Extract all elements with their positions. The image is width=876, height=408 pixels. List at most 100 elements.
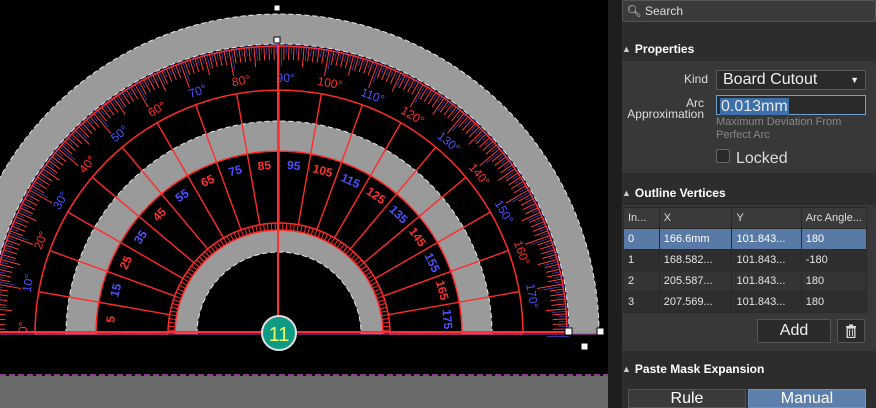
- table-row[interactable]: 3 207.569... 101.843... 180: [623, 291, 868, 313]
- inner-scale-label: 75: [227, 162, 244, 179]
- paste-mask-section-header[interactable]: ▲ Paste Mask Expansion: [622, 358, 876, 380]
- outer-tick: [525, 235, 550, 245]
- outer-tick: [26, 193, 40, 202]
- outer-tick: [0, 274, 12, 278]
- table-cell: -180: [800, 249, 868, 271]
- inner-scale-label: 65: [199, 172, 217, 190]
- outer-tick: [539, 244, 554, 250]
- outer-tick-blue: [68, 134, 77, 142]
- inner-tick: [244, 228, 248, 236]
- table-row[interactable]: 2 205.587... 101.843... 180: [623, 270, 868, 292]
- outer-tick-blue: [449, 103, 456, 113]
- table-cell: 180: [800, 228, 868, 250]
- inner-tick: [173, 299, 181, 303]
- outline-section-header[interactable]: ▲ Outline Vertices: [622, 182, 876, 204]
- properties-section-header[interactable]: ▲ Properties: [622, 38, 876, 60]
- inner-tick: [188, 268, 196, 274]
- trash-icon: [846, 324, 856, 338]
- inner-tick: [171, 306, 179, 310]
- inner-scale-label: 55: [173, 186, 192, 205]
- inner-tick: [303, 226, 307, 234]
- inner-tick: [360, 265, 367, 271]
- outer-tick: [15, 216, 29, 224]
- inner-tick: [380, 310, 388, 313]
- table-cell: 180: [800, 291, 868, 313]
- outer-tick-blue: [102, 103, 109, 113]
- outer-tick-blue: [98, 106, 105, 116]
- outer-tick: [22, 202, 36, 211]
- kind-select[interactable]: Board Cutout ▼: [716, 70, 866, 90]
- inner-scale-label: 175: [440, 309, 456, 330]
- outer-tick: [550, 298, 565, 302]
- manual-option-button[interactable]: Manual: [748, 389, 866, 408]
- table-row[interactable]: 1 168.582... 101.843... -180: [623, 249, 868, 271]
- outer-tick-blue: [79, 123, 87, 132]
- rule-option-button[interactable]: Rule: [628, 389, 746, 408]
- arc-approximation-input[interactable]: 0.013mm: [716, 95, 866, 115]
- outer-scale-label: 50°: [108, 122, 131, 145]
- column-header[interactable]: Y: [731, 207, 802, 229]
- outer-tick-blue: [0, 306, 7, 309]
- manual-label: Manual: [780, 389, 834, 407]
- outer-tick: [4, 244, 19, 250]
- inner-tick: [382, 321, 390, 324]
- inner-tick: [210, 246, 216, 253]
- delete-vertex-button[interactable]: [837, 319, 865, 343]
- outer-tick: [0, 313, 6, 316]
- inner-scale-label: 85: [257, 158, 272, 173]
- column-header[interactable]: Arc Angle...: [800, 207, 868, 229]
- outer-tick: [311, 48, 315, 63]
- outer-tick: [113, 97, 126, 115]
- selection-handle[interactable]: [596, 327, 605, 336]
- outer-tick-blue: [0, 271, 6, 274]
- inner-tick: [213, 243, 219, 251]
- column-header[interactable]: In...: [623, 207, 660, 229]
- inner-tick: [251, 226, 255, 234]
- search-input[interactable]: 🔍︎ Search: [622, 0, 876, 22]
- kind-value: Board Cutout: [723, 71, 818, 88]
- table-row[interactable]: 0 166.6mm 101.843... 180: [623, 228, 868, 250]
- inner-tick: [229, 234, 234, 241]
- inner-tick: [179, 284, 186, 289]
- inner-scale-label: 35: [131, 227, 150, 246]
- selection-handle[interactable]: [273, 36, 281, 44]
- inner-scale-label: 95: [286, 158, 301, 173]
- selection-handle[interactable]: [580, 342, 589, 351]
- outer-tick-blue: [106, 100, 113, 110]
- protractor-board-view[interactable]: 0°10°20°30°40°50°60°70°80° 90° 100°110°120…: [0, 0, 608, 408]
- outer-tick: [549, 288, 564, 292]
- outer-scale-label: 130°: [435, 129, 463, 156]
- outer-tick: [363, 59, 369, 74]
- inner-tick: [381, 314, 389, 317]
- outer-tick: [347, 55, 355, 76]
- center-badge[interactable]: 11: [261, 315, 297, 351]
- locked-checkbox[interactable]: [716, 149, 730, 163]
- outer-tick: [0, 304, 7, 306]
- outer-tick: [407, 79, 415, 93]
- selection-handle[interactable]: [273, 4, 281, 12]
- add-vertex-button[interactable]: Add: [757, 319, 831, 343]
- outer-tick: [9, 230, 24, 237]
- inner-tick: [236, 230, 241, 238]
- outer-tick-blue: [55, 149, 64, 157]
- outer-tick: [468, 129, 484, 145]
- inner-tick: [345, 248, 351, 255]
- outer-tick: [134, 84, 149, 108]
- outer-tick: [536, 283, 563, 289]
- outer-tick: [29, 189, 53, 204]
- table-cell: 101.843...: [731, 270, 802, 292]
- table-cell: 2: [623, 270, 660, 292]
- outer-scale-label: 40°: [76, 153, 99, 176]
- inner-tick: [191, 265, 198, 271]
- selection-handle[interactable]: [564, 327, 573, 336]
- inner-tick: [177, 288, 185, 293]
- inner-tick: [168, 321, 176, 324]
- search-placeholder: Search: [645, 4, 684, 18]
- panel-divider: [608, 0, 622, 408]
- vertices-table: In... X Y Arc Angle... 0 166.6mm 101.843…: [623, 207, 868, 313]
- inner-tick: [182, 278, 190, 283]
- outer-tick: [409, 84, 424, 108]
- outer-tick: [537, 258, 558, 266]
- column-header[interactable]: X: [658, 207, 733, 229]
- pcb-canvas[interactable]: 0° 10° 20° 30° 40° 50° 60° 70° 80° 90° 100° 110° 120…: [0, 0, 608, 408]
